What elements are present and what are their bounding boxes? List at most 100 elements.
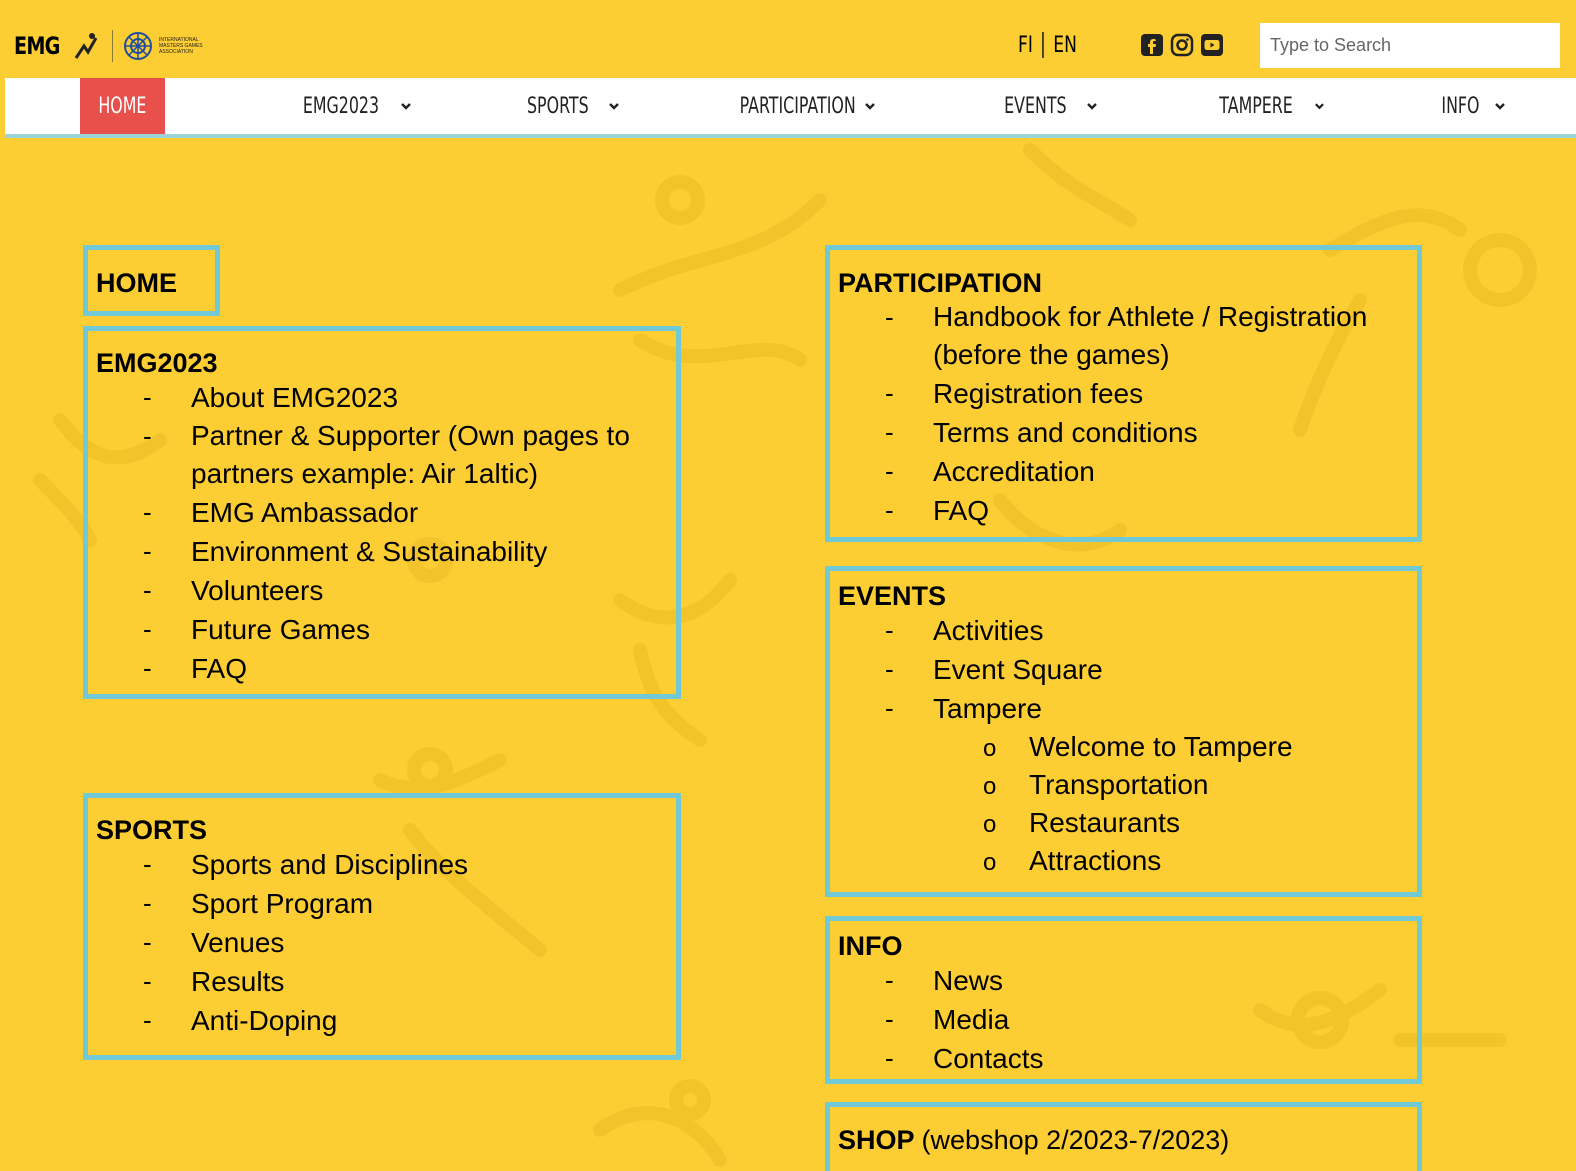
nav-sports-label: SPORTS bbox=[527, 93, 589, 119]
nav-participation[interactable]: PARTICIPATION bbox=[725, 78, 890, 134]
list-item: - Contacts bbox=[838, 1039, 1417, 1078]
sitemap-info-box: INFO - News - Media - Contacts bbox=[825, 916, 1422, 1084]
nav-home[interactable]: HOME bbox=[80, 78, 165, 134]
list-item-label: EMG Ambassador bbox=[191, 497, 419, 528]
list-dash: - bbox=[143, 421, 152, 451]
logo-text: EMG bbox=[14, 32, 60, 60]
list-item-label: Event Square bbox=[933, 654, 1103, 685]
list-dash: - bbox=[885, 417, 894, 447]
chevron-down-icon bbox=[864, 103, 875, 110]
sitemap-sports-box: SPORTS - Sports and Disciplines - Sport Pr… bbox=[83, 793, 681, 1060]
chevron-down-icon bbox=[608, 103, 619, 110]
list-item-label: Partner & Supporter (Own pages to partne… bbox=[191, 420, 630, 489]
list-dash: - bbox=[885, 302, 894, 332]
list-item-label: Media bbox=[933, 1004, 1010, 1035]
events-list: - Activities - Event Square - Tampere bbox=[838, 611, 1417, 728]
list-dash: - bbox=[143, 966, 152, 996]
list-item: - Volunteers bbox=[96, 571, 676, 610]
list-item-label: Transportation bbox=[1029, 769, 1209, 800]
language-switcher: FI EN bbox=[1018, 30, 1077, 60]
sitemap-home-title: HOME bbox=[96, 268, 177, 298]
nav-emg2023[interactable]: EMG2023 bbox=[285, 78, 415, 134]
sitemap-shop-title: SHOP bbox=[838, 1125, 915, 1155]
nav-sports[interactable]: SPORTS bbox=[510, 78, 625, 134]
list-item: o Transportation bbox=[838, 766, 1417, 804]
youtube-icon[interactable] bbox=[1200, 33, 1224, 57]
list-item-label: Attractions bbox=[1029, 845, 1162, 876]
list-item-label: FAQ bbox=[191, 653, 248, 684]
nav-info-label: INFO bbox=[1441, 93, 1480, 119]
list-item-label: Restaurants bbox=[1029, 807, 1180, 838]
info-list: - News - Media - Contacts bbox=[838, 961, 1417, 1078]
list-dash: - bbox=[143, 382, 152, 412]
list-item: - Event Square bbox=[838, 650, 1417, 689]
list-dash: - bbox=[143, 575, 152, 605]
list-dash: - bbox=[885, 693, 894, 723]
nav-info[interactable]: INFO bbox=[1425, 78, 1515, 134]
list-dash: - bbox=[143, 927, 152, 957]
list-item-label: About EMG2023 bbox=[191, 382, 399, 413]
nav-tampere[interactable]: TAMPERE bbox=[1205, 78, 1325, 134]
participation-list: - Handbook for Athlete / Registration (be… bbox=[838, 298, 1417, 530]
list-item: - Environment & Sustainability bbox=[96, 532, 676, 571]
sitemap-sports-title: SPORTS bbox=[96, 815, 208, 845]
list-bullet: o bbox=[983, 811, 997, 838]
list-bullet: o bbox=[983, 849, 997, 876]
list-dash: - bbox=[885, 965, 894, 995]
list-item-label: Accreditation bbox=[933, 456, 1095, 487]
list-item-label: Welcome to Tampere bbox=[1029, 731, 1293, 762]
chevron-down-icon bbox=[401, 103, 412, 110]
list-item: - Sports and Disciplines bbox=[96, 845, 676, 884]
list-item-label: News bbox=[933, 965, 1004, 996]
list-dash: - bbox=[143, 614, 152, 644]
sitemap-shop-note: (webshop 2/2023-7/2023) bbox=[921, 1125, 1230, 1155]
list-item-label: Future Games bbox=[191, 614, 370, 645]
list-item-label: FAQ bbox=[933, 495, 990, 526]
list-item: - About EMG2023 bbox=[96, 378, 676, 417]
list-item: - Handbook for Athlete / Registration (be… bbox=[838, 298, 1417, 374]
chevron-down-icon bbox=[1495, 103, 1505, 110]
list-item-label: Results bbox=[191, 966, 285, 997]
chevron-down-icon bbox=[1315, 103, 1324, 110]
list-item: - News bbox=[838, 961, 1417, 1000]
list-item-label: Venues bbox=[191, 927, 285, 958]
list-item: - Accreditation bbox=[838, 452, 1417, 491]
list-dash: - bbox=[885, 1004, 894, 1034]
facebook-icon[interactable] bbox=[1140, 33, 1164, 57]
list-dash: - bbox=[143, 1005, 152, 1035]
list-dash: - bbox=[143, 849, 152, 879]
nav-participation-label: PARTICIPATION bbox=[739, 93, 857, 119]
instagram-icon[interactable] bbox=[1170, 33, 1194, 57]
list-bullet: o bbox=[983, 773, 997, 800]
nav-home-label: HOME bbox=[98, 93, 147, 119]
list-dash: - bbox=[143, 888, 152, 918]
nav-tampere-label: TAMPERE bbox=[1219, 93, 1293, 119]
list-item: - FAQ bbox=[838, 491, 1417, 530]
imga-logo[interactable]: INTERNATIONAL MASTERS GAMES ASSOCIATION bbox=[123, 31, 203, 61]
lang-en-link[interactable]: EN bbox=[1053, 33, 1077, 58]
list-item: - EMG Ambassador bbox=[96, 493, 676, 532]
nav-events[interactable]: EVENTS bbox=[990, 78, 1100, 134]
list-item-label: Sport Program bbox=[191, 888, 374, 919]
sitemap-events-box: EVENTS - Activities - Event Square - Tamper… bbox=[825, 566, 1422, 897]
list-item: - Registration fees bbox=[838, 374, 1417, 413]
search-input[interactable] bbox=[1260, 23, 1560, 68]
list-item-label: Contacts bbox=[933, 1043, 1044, 1074]
list-item: - Media bbox=[838, 1000, 1417, 1039]
list-item-label: Volunteers bbox=[191, 575, 324, 606]
list-item-label: Sports and Disciplines bbox=[191, 849, 469, 880]
sitemap-participation-box: PARTICIPATION - Handbook for Athlete / Re… bbox=[825, 245, 1422, 542]
lang-fi-link[interactable]: FI bbox=[1018, 33, 1033, 58]
site-logo[interactable]: EMG INTERNATIONAL MASTERS GAMES ASSOCIAT… bbox=[14, 28, 203, 64]
emg2023-list: - About EMG2023 - Partner & Supporter (Own… bbox=[96, 378, 676, 688]
list-item: - Future Games bbox=[96, 610, 676, 649]
list-item: - Sport Program bbox=[96, 884, 676, 923]
list-item-label: Handbook for Athlete / Registration (bef… bbox=[933, 301, 1368, 370]
list-item: - Results bbox=[96, 962, 676, 1001]
social-links bbox=[1140, 33, 1224, 57]
list-dash: - bbox=[885, 495, 894, 525]
list-item-label: Activities bbox=[933, 615, 1044, 646]
tampere-sublist: o Welcome to Tampere o Transportation o Res… bbox=[838, 728, 1417, 880]
list-item-label: Tampere bbox=[933, 693, 1042, 724]
sitemap-shop-box: SHOP (webshop 2/2023-7/2023) bbox=[825, 1102, 1422, 1171]
